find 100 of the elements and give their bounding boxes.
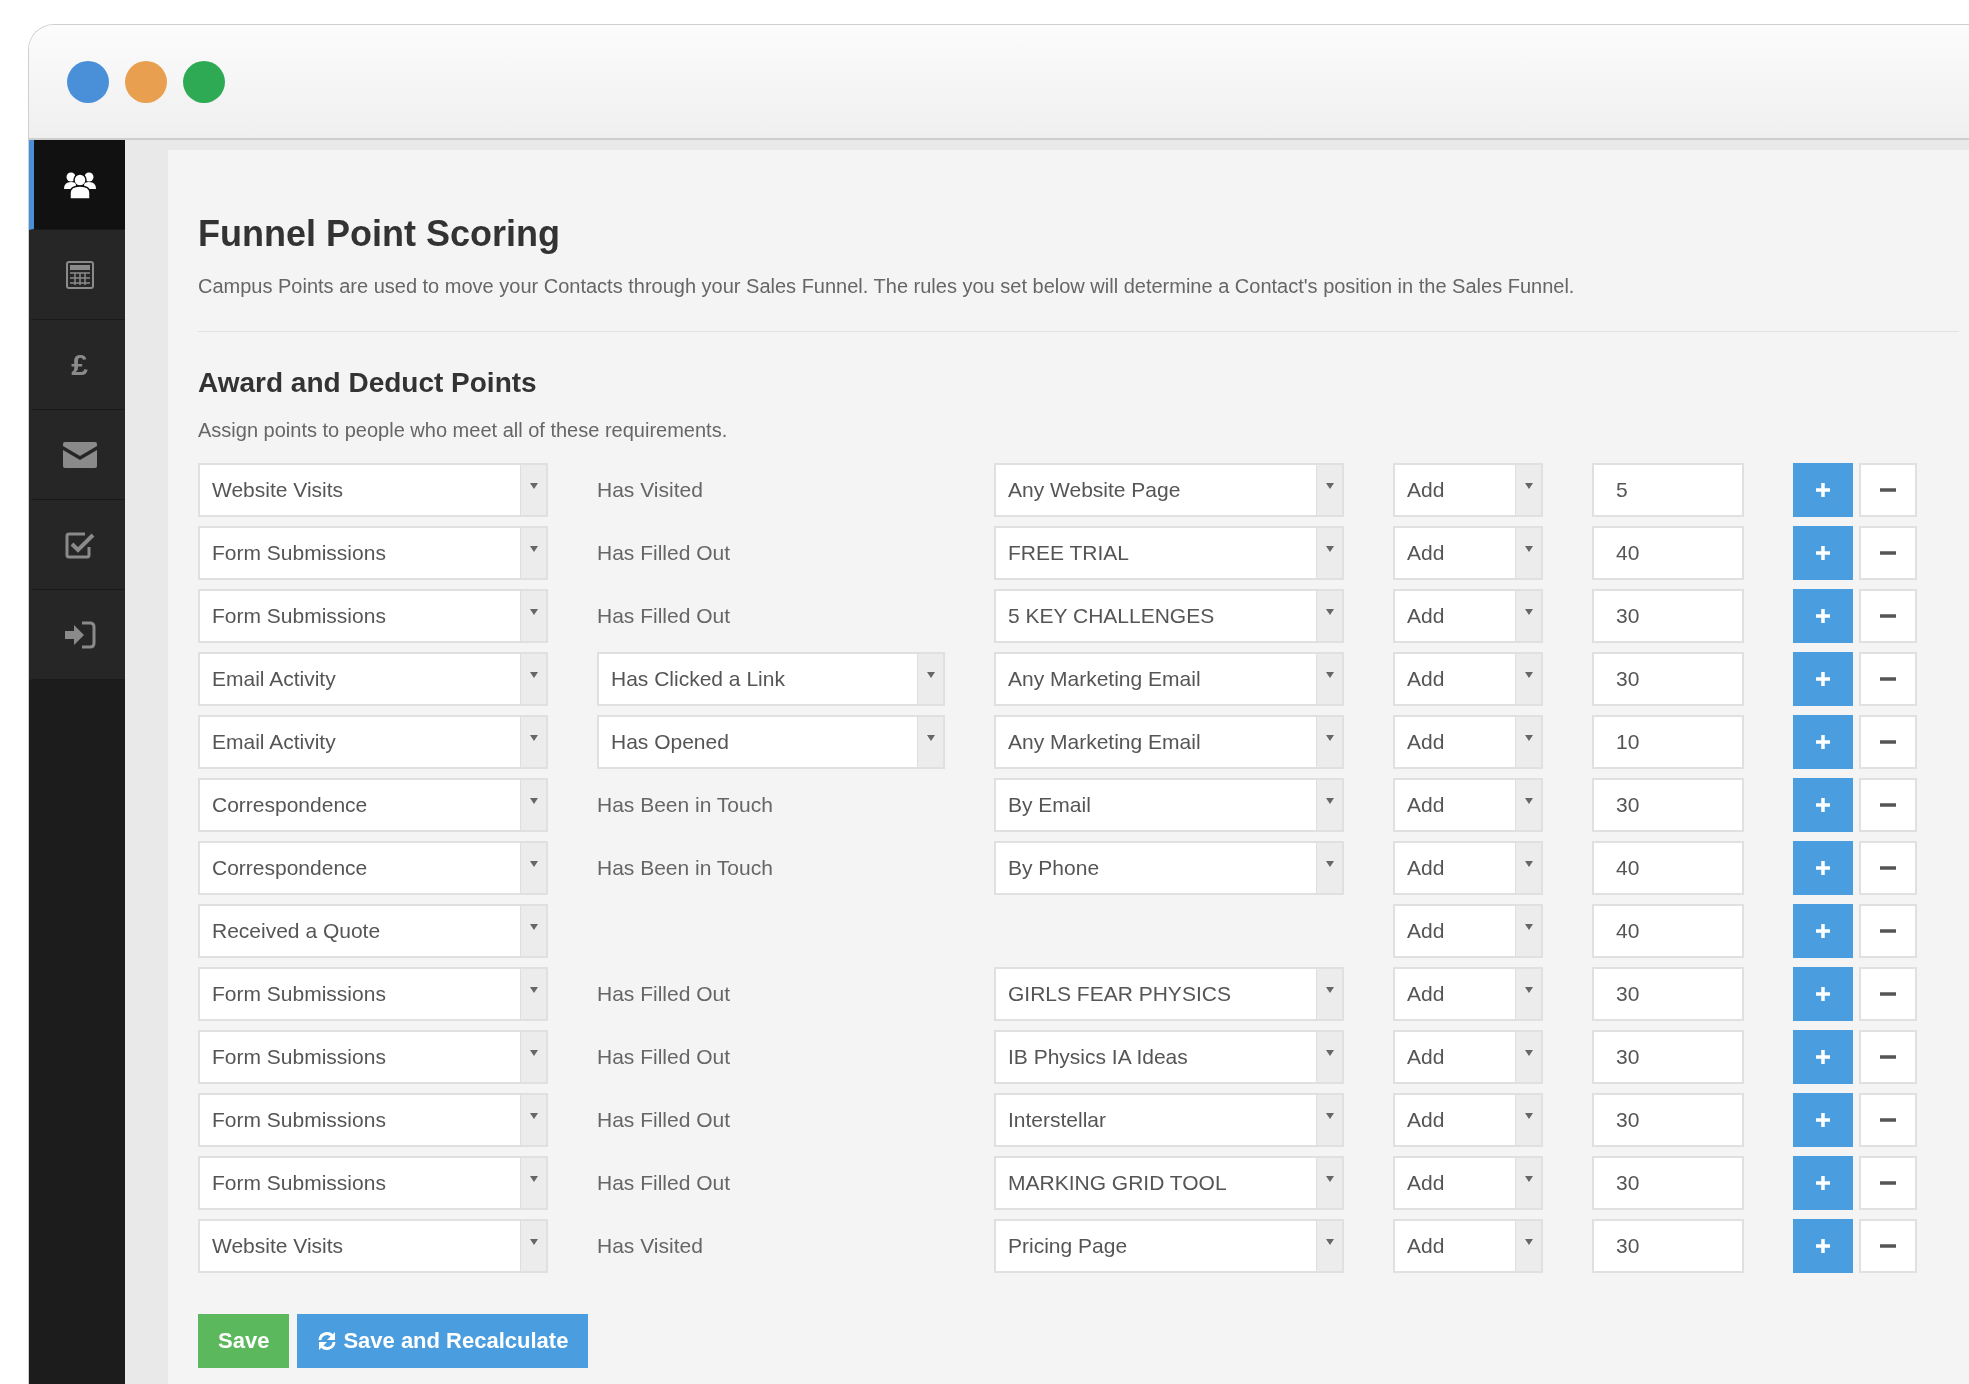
remove-rule-button[interactable]	[1859, 652, 1917, 706]
add-rule-button[interactable]	[1793, 841, 1853, 895]
target-select[interactable]: FREE TRIAL	[994, 526, 1344, 580]
source-select[interactable]: Received a Quote	[198, 904, 548, 958]
action-select[interactable]: Add	[1393, 589, 1543, 643]
remove-rule-button[interactable]	[1859, 589, 1917, 643]
points-field[interactable]: 5	[1592, 463, 1744, 517]
points-field[interactable]: 30	[1592, 652, 1744, 706]
condition-select[interactable]: Has Clicked a Link	[597, 652, 945, 706]
add-rule-button[interactable]	[1793, 526, 1853, 580]
source-select[interactable]: Form Submissions	[198, 1156, 548, 1210]
action-select[interactable]: Add	[1393, 1030, 1543, 1084]
remove-rule-button[interactable]	[1859, 904, 1917, 958]
remove-rule-button[interactable]	[1859, 526, 1917, 580]
condition-select[interactable]: Has Opened	[597, 715, 945, 769]
caret-icon	[1524, 672, 1533, 678]
points-field[interactable]: 30	[1592, 1219, 1744, 1273]
add-rule-button[interactable]	[1793, 1156, 1853, 1210]
add-rule-button[interactable]	[1793, 1219, 1853, 1273]
add-rule-button[interactable]	[1793, 589, 1853, 643]
target-select[interactable]: By Phone	[994, 841, 1344, 895]
condition-label: Has Filled Out	[597, 1045, 731, 1069]
condition-label: Has Filled Out	[597, 604, 731, 628]
minus-icon	[1880, 1055, 1896, 1059]
target-select[interactable]: Pricing Page	[994, 1219, 1344, 1273]
remove-rule-button[interactable]	[1859, 1156, 1917, 1210]
condition-label: Has Filled Out	[597, 982, 731, 1006]
action-select[interactable]: Add	[1393, 967, 1543, 1021]
source-select[interactable]: Form Submissions	[198, 1030, 548, 1084]
sidebar-item[interactable]	[29, 140, 125, 230]
target-select[interactable]: MARKING GRID TOOL	[994, 1156, 1344, 1210]
remove-rule-button[interactable]	[1859, 1093, 1917, 1147]
source-select[interactable]: Email Activity	[198, 715, 548, 769]
target-select[interactable]: 5 KEY CHALLENGES	[994, 589, 1344, 643]
window-control[interactable]	[67, 60, 109, 103]
points-field[interactable]: 40	[1592, 526, 1744, 580]
sidebar-item[interactable]: £	[29, 320, 125, 410]
caret-icon	[529, 546, 538, 552]
action-select[interactable]: Add	[1393, 904, 1543, 958]
remove-rule-button[interactable]	[1859, 967, 1917, 1021]
caret-icon	[1325, 987, 1334, 993]
remove-rule-button[interactable]	[1859, 715, 1917, 769]
action-select[interactable]: Add	[1393, 463, 1543, 517]
points-field[interactable]: 40	[1592, 841, 1744, 895]
source-select[interactable]: Form Submissions	[198, 589, 548, 643]
add-rule-button[interactable]	[1793, 715, 1853, 769]
points-field[interactable]: 10	[1592, 715, 1744, 769]
source-select[interactable]: Form Submissions	[198, 1093, 548, 1147]
add-rule-button[interactable]	[1793, 652, 1853, 706]
remove-rule-button[interactable]	[1859, 841, 1917, 895]
source-select[interactable]: Correspondence	[198, 778, 548, 832]
caret-icon	[1524, 546, 1533, 552]
caret-icon	[1524, 987, 1533, 993]
target-select[interactable]: Interstellar	[994, 1093, 1344, 1147]
action-select[interactable]: Add	[1393, 778, 1543, 832]
caret-icon	[1524, 861, 1533, 867]
remove-rule-button[interactable]	[1859, 463, 1917, 517]
target-select[interactable]: GIRLS FEAR PHYSICS	[994, 967, 1344, 1021]
source-select[interactable]: Form Submissions	[198, 526, 548, 580]
source-select[interactable]: Website Visits	[198, 1219, 548, 1273]
source-select[interactable]: Form Submissions	[198, 967, 548, 1021]
add-rule-button[interactable]	[1793, 967, 1853, 1021]
action-select[interactable]: Add	[1393, 1219, 1543, 1273]
target-select[interactable]: Any Website Page	[994, 463, 1344, 517]
points-field[interactable]: 30	[1592, 1030, 1744, 1084]
minus-icon	[1880, 929, 1896, 933]
target-select[interactable]: IB Physics IA Ideas	[994, 1030, 1344, 1084]
source-select[interactable]: Correspondence	[198, 841, 548, 895]
plus-icon	[1815, 986, 1831, 1002]
points-field[interactable]: 30	[1592, 967, 1744, 1021]
caret-icon	[1524, 609, 1533, 615]
page-description: Campus Points are used to move your Contacts through your Sales Funnel. The rules you set below will determine a Contact's position in the Sales Funnel.	[198, 274, 1576, 299]
add-rule-button[interactable]	[1793, 463, 1853, 517]
add-rule-button[interactable]	[1793, 904, 1853, 958]
action-select[interactable]: Add	[1393, 1156, 1543, 1210]
action-select[interactable]: Add	[1393, 526, 1543, 580]
action-select[interactable]: Add	[1393, 1093, 1543, 1147]
source-select[interactable]: Email Activity	[198, 652, 548, 706]
add-rule-button[interactable]	[1793, 778, 1853, 832]
window-control[interactable]	[125, 60, 167, 103]
action-select[interactable]: Add	[1393, 841, 1543, 895]
points-field[interactable]: 30	[1592, 589, 1744, 643]
plus-icon	[1815, 1238, 1831, 1254]
remove-rule-button[interactable]	[1859, 1219, 1917, 1273]
add-rule-button[interactable]	[1793, 1093, 1853, 1147]
points-field[interactable]: 30	[1592, 1156, 1744, 1210]
points-field[interactable]: 40	[1592, 904, 1744, 958]
remove-rule-button[interactable]	[1859, 1030, 1917, 1084]
target-select[interactable]: Any Marketing Email	[994, 715, 1344, 769]
action-select[interactable]: Add	[1393, 652, 1543, 706]
caret-icon	[1325, 1176, 1334, 1182]
remove-rule-button[interactable]	[1859, 778, 1917, 832]
add-rule-button[interactable]	[1793, 1030, 1853, 1084]
points-field[interactable]: 30	[1592, 1093, 1744, 1147]
target-select[interactable]: By Email	[994, 778, 1344, 832]
points-field[interactable]: 30	[1592, 778, 1744, 832]
window-control[interactable]	[183, 60, 225, 103]
target-select[interactable]: Any Marketing Email	[994, 652, 1344, 706]
source-select[interactable]: Website Visits	[198, 463, 548, 517]
action-select[interactable]: Add	[1393, 715, 1543, 769]
